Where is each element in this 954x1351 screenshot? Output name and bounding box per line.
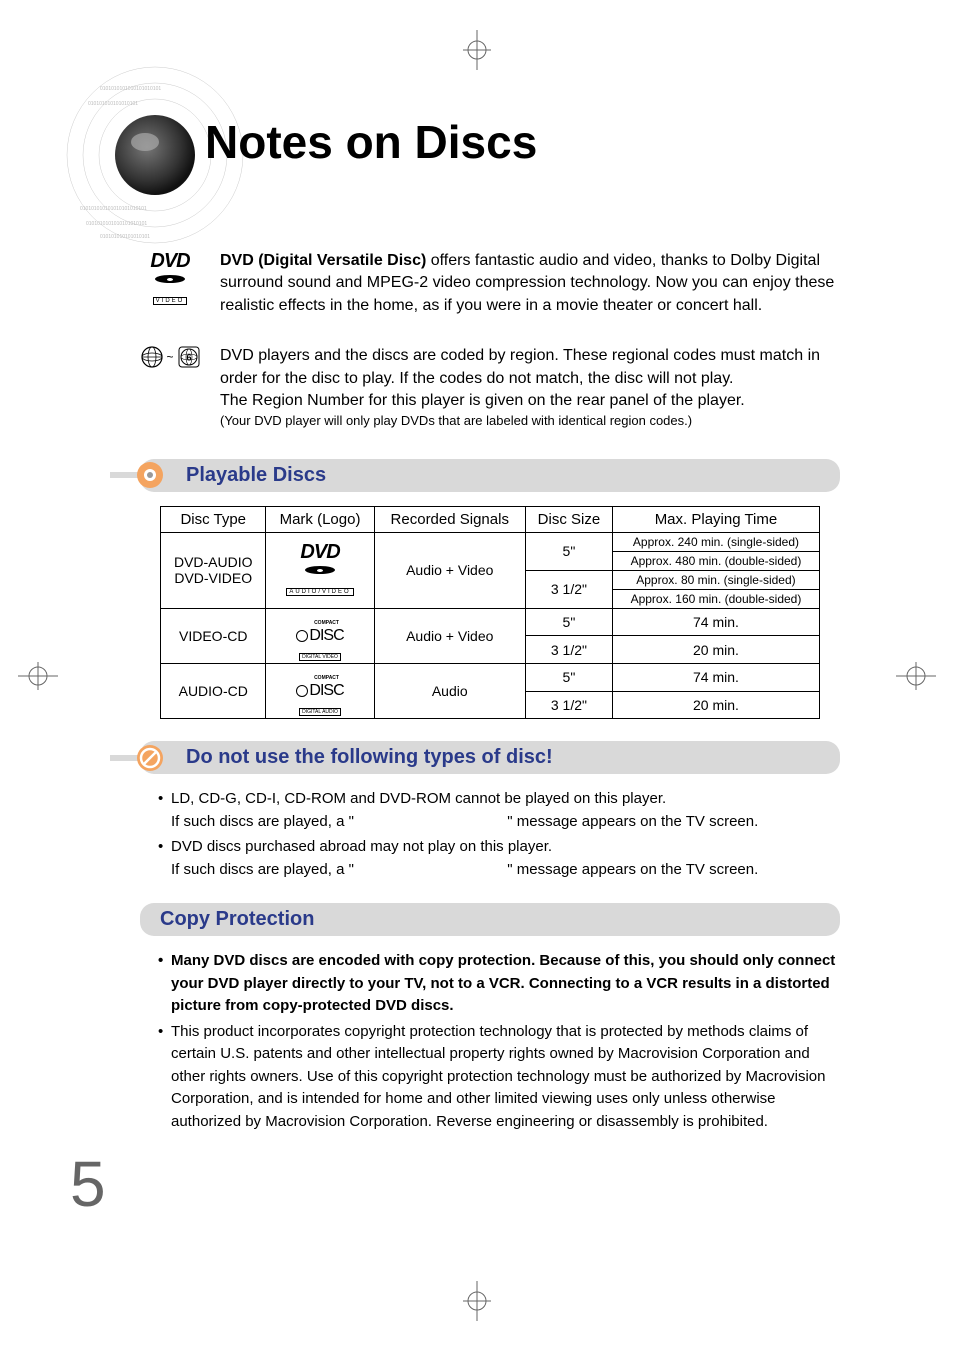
page-number: 5 [70,1147,106,1221]
intro-dvd-paragraph: DVD VIDEO DVD (Digital Versatile Disc) o… [140,250,840,317]
donot-item-1-sub-b: " message appears on the TV screen. [507,813,758,830]
section-copy-protection: Copy Protection [140,903,840,936]
cell-dvd-size-35: 3 1/2" [525,570,612,608]
donot-item-1-sub-a: If such discs are played, a " [171,813,354,830]
cell-vcd-size-5: 5" [525,608,612,636]
svg-text:010101010101010101: 010101010101010101 [100,234,150,240]
svg-text:0101010101010101010101: 0101010101010101010101 [100,86,161,92]
page-title: Notes on Discs [205,115,537,169]
cell-acd-size-5: 5" [525,663,612,691]
crop-mark-bottom-icon [457,1281,497,1321]
intro-region-paragraph: ~ 6 DVD players and the discs are coded … [140,345,840,430]
cell-vcd-time-a: 74 min. [612,608,819,636]
crop-mark-left-icon [18,656,58,696]
cell-acd-size-35: 3 1/2" [525,691,612,719]
donot-item-2-sub-a: If such discs are played, a " [171,861,354,878]
cell-acd-signals: Audio [374,663,525,718]
cell-vcd-time-b: 20 min. [612,636,819,664]
copy-item-1: Many DVD discs are encoded with copy pro… [158,950,840,1018]
cell-vcd-size-35: 3 1/2" [525,636,612,664]
crop-mark-right-icon [896,656,936,696]
donot-item-2: DVD discs purchased abroad may not play … [171,838,552,855]
th-disc-type: Disc Type [161,506,266,532]
crop-mark-top-icon [457,30,497,70]
donot-item-1: LD, CD-G, CD-I, CD-ROM and DVD-ROM canno… [171,790,666,807]
th-size: Disc Size [525,506,612,532]
cell-dvd-time-c: Approx. 80 min. (single-sided) [612,570,819,589]
intro-bold: DVD (Digital Versatile Disc) [220,252,426,269]
svg-text:6: 6 [186,353,191,363]
cell-dvd-type: DVD-AUDIO DVD-VIDEO [161,532,266,608]
bullet-target-icon [110,461,166,489]
copy-protection-list: Many DVD discs are encoded with copy pro… [158,950,840,1133]
playable-discs-table: Disc Type Mark (Logo) Recorded Signals D… [160,506,820,720]
cell-acd-type: AUDIO-CD [161,663,266,718]
cell-dvd-logo: DVD AUDIO/VIDEO [266,532,374,608]
section-do-not-use: Do not use the following types of disc! [140,741,840,774]
region-line-1: DVD players and the discs are coded by r… [220,345,840,390]
cell-dvd-size-5: 5" [525,532,612,570]
section-playable-discs: Playable Discs [140,459,840,492]
cd-audio-logo-icon: COMPACTDISC DIGITAL AUDIO [268,666,371,716]
dvd-video-logo-icon: DVD VIDEO [150,250,189,308]
svg-text:010101010101010101010101: 010101010101010101010101 [80,206,147,212]
th-max-time: Max. Playing Time [612,506,819,532]
region-code-icon: ~ 6 [140,345,201,369]
region-line-2: The Region Number for this player is giv… [220,390,840,412]
cell-dvd-time-d: Approx. 160 min. (double-sided) [612,589,819,608]
cell-dvd-time-a: Approx. 240 min. (single-sided) [612,532,819,551]
dvd-av-logo-icon: DVD AUDIO/VIDEO [268,541,371,599]
th-mark: Mark (Logo) [266,506,374,532]
region-line-3: (Your DVD player will only play DVDs tha… [220,412,840,430]
region-tilde: ~ [167,350,174,364]
do-not-use-list: LD, CD-G, CD-I, CD-ROM and DVD-ROM canno… [158,788,840,881]
cell-dvd-signals: Audio + Video [374,532,525,608]
cd-video-logo-icon: COMPACTDISC DIGITAL VIDEO [268,611,371,661]
svg-text:010101010101010101: 010101010101010101 [88,101,138,107]
cell-acd-time-a: 74 min. [612,663,819,691]
cell-vcd-logo: COMPACTDISC DIGITAL VIDEO [266,608,374,663]
copy-item-2: This product incorporates copyright prot… [158,1021,840,1134]
cell-dvd-time-b: Approx. 480 min. (double-sided) [612,551,819,570]
th-signals: Recorded Signals [374,506,525,532]
bullet-cancel-icon [110,744,166,772]
donot-item-2-sub-b: " message appears on the TV screen. [507,861,758,878]
cell-acd-logo: COMPACTDISC DIGITAL AUDIO [266,663,374,718]
cell-vcd-signals: Audio + Video [374,608,525,663]
cell-acd-time-b: 20 min. [612,691,819,719]
svg-text:0101010101010101010101: 0101010101010101010101 [86,221,147,227]
cell-vcd-type: VIDEO-CD [161,608,266,663]
